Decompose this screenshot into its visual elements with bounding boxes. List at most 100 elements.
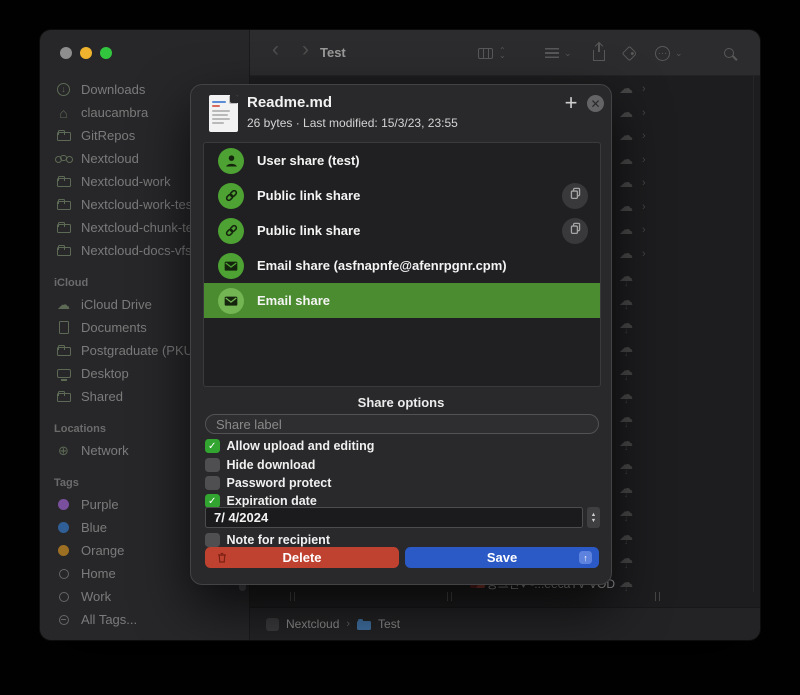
cloud-status-icon[interactable]: ☁ bbox=[617, 81, 635, 95]
path-bar: Nextcloud › Test bbox=[250, 607, 760, 640]
copy-link-button[interactable] bbox=[562, 183, 588, 209]
cloud-download-icon[interactable]: ☁ bbox=[617, 528, 635, 542]
sidebar-item-label: Desktop bbox=[81, 366, 129, 381]
cloud-download-icon[interactable]: ☁ bbox=[617, 457, 635, 471]
save-button[interactable]: Save ↑ bbox=[405, 547, 599, 568]
view-columns-button[interactable]: ⌃⌄ bbox=[478, 30, 506, 76]
cloud-download-icon[interactable]: ☁ bbox=[617, 551, 635, 565]
share-row-email-share-asfnapnfe-afenrpgnr-cpm[interactable]: Email share (asfnapnfe@afenrpgnr.cpm) bbox=[204, 248, 600, 283]
cloud-download-icon[interactable]: ☁ bbox=[617, 340, 635, 354]
share-row-public-link-share[interactable]: Public link share bbox=[204, 178, 600, 213]
group-by-button[interactable]: ⌄ bbox=[545, 30, 572, 76]
user-share-icon bbox=[218, 148, 244, 174]
cloud-download-icon[interactable]: ☁ bbox=[617, 481, 635, 495]
folder-shared-icon bbox=[54, 389, 73, 405]
disclosure-chevron-icon[interactable]: › bbox=[642, 154, 646, 166]
cloud-download-icon[interactable]: ☁ bbox=[617, 410, 635, 424]
minimize-window-button[interactable] bbox=[80, 47, 92, 59]
path-item-nextcloud[interactable]: Nextcloud bbox=[286, 617, 339, 631]
cloud-download-icon[interactable]: ☁ bbox=[617, 387, 635, 401]
share-row-email-share[interactable]: Email share bbox=[204, 283, 600, 318]
cloud-status-icon[interactable]: ☁ bbox=[617, 222, 635, 236]
checkbox-label: Password protect bbox=[227, 476, 332, 490]
document-icon bbox=[54, 320, 73, 336]
path-item-test[interactable]: Test bbox=[378, 617, 400, 631]
close-dialog-button[interactable]: ✕ bbox=[587, 95, 604, 112]
cloud-download-icon[interactable]: ☁ bbox=[617, 575, 635, 589]
sidebar-item-label: iCloud Drive bbox=[81, 297, 152, 312]
share-row-public-link-share[interactable]: Public link share bbox=[204, 213, 600, 248]
delete-button[interactable]: Delete bbox=[205, 547, 399, 568]
checkbox-note-for-recipient[interactable] bbox=[205, 533, 220, 548]
close-window-button[interactable] bbox=[60, 47, 72, 59]
cloud-download-icon[interactable]: ☁ bbox=[617, 316, 635, 330]
checkbox-label: Hide download bbox=[227, 458, 316, 472]
cloud-status-icon[interactable]: ☁ bbox=[617, 175, 635, 189]
link-share-icon bbox=[218, 183, 244, 209]
cloud-download-icon[interactable]: ☁ bbox=[617, 434, 635, 448]
delete-label: Delete bbox=[282, 550, 321, 565]
share-label-input[interactable] bbox=[205, 414, 599, 434]
back-button[interactable]: ‹ bbox=[272, 38, 279, 62]
date-stepper[interactable]: ▲▼ bbox=[587, 507, 600, 528]
desktop: ↓Downloads⌂claucambraGitReposNextcloudNe… bbox=[0, 0, 800, 695]
cloud-status-icon[interactable]: ☁ bbox=[617, 199, 635, 213]
cloud-download-icon[interactable]: ☁ bbox=[617, 504, 635, 518]
disclosure-chevron-icon[interactable]: › bbox=[642, 201, 646, 213]
checkbox-password-protect[interactable] bbox=[205, 476, 220, 491]
chevron-down-icon: ⌄ bbox=[564, 48, 572, 59]
cloud-status-icon[interactable]: ☁ bbox=[617, 152, 635, 166]
email-share-icon bbox=[218, 253, 244, 279]
copy-link-button[interactable] bbox=[562, 218, 588, 244]
share-toolbar-button[interactable] bbox=[593, 30, 605, 76]
ellipsis-circle-icon: … bbox=[655, 46, 670, 61]
share-row-label: Public link share bbox=[257, 223, 360, 238]
tags-toolbar-button[interactable] bbox=[624, 30, 635, 76]
search-icon bbox=[724, 48, 734, 58]
sidebar-item-label: Nextcloud-work-test bbox=[81, 197, 196, 212]
share-row-user-share-test[interactable]: User share (test) bbox=[204, 143, 600, 178]
cloud-download-icon[interactable]: ☁ bbox=[617, 293, 635, 307]
column-resize-handle[interactable] bbox=[447, 592, 452, 601]
sidebar-item-label: Network bbox=[81, 443, 129, 458]
forward-button[interactable]: › bbox=[302, 38, 309, 62]
file-name: Readme.md bbox=[247, 94, 332, 111]
cloud-download-icon[interactable]: ☁ bbox=[617, 363, 635, 377]
sidebar-item-all-tags[interactable]: All Tags... bbox=[40, 608, 249, 631]
trash-icon bbox=[216, 551, 228, 567]
more-options-button[interactable]: … ⌄ bbox=[655, 30, 683, 76]
tag-hollow-icon bbox=[54, 589, 73, 605]
sidebar-item-label: Shared bbox=[81, 389, 123, 404]
all-tags-icon bbox=[54, 612, 73, 628]
home-icon: ⌂ bbox=[54, 105, 73, 121]
disclosure-chevron-icon[interactable]: › bbox=[642, 130, 646, 142]
expiration-date-input[interactable] bbox=[205, 507, 583, 528]
checkbox-hide-download[interactable] bbox=[205, 458, 220, 473]
tag-color-dot bbox=[54, 497, 73, 513]
desktop-icon bbox=[54, 366, 73, 382]
sidebar-item-work[interactable]: Work bbox=[40, 585, 249, 608]
search-button[interactable] bbox=[724, 30, 734, 76]
path-separator: › bbox=[346, 618, 350, 630]
disclosure-chevron-icon[interactable]: › bbox=[642, 177, 646, 189]
disclosure-chevron-icon[interactable]: › bbox=[642, 224, 646, 236]
column-resize-handle[interactable] bbox=[290, 592, 295, 601]
columns-view-icon bbox=[478, 48, 493, 59]
add-share-button[interactable]: + bbox=[559, 91, 583, 115]
disclosure-chevron-icon[interactable]: › bbox=[642, 107, 646, 119]
column-resize-handle[interactable] bbox=[655, 592, 660, 601]
cloud-download-icon[interactable]: ☁ bbox=[617, 269, 635, 283]
nextcloud-app-icon bbox=[266, 618, 279, 631]
sidebar-item-label: Nextcloud-work bbox=[81, 174, 171, 189]
zoom-window-button[interactable] bbox=[100, 47, 112, 59]
cloud-status-icon[interactable]: ☁ bbox=[617, 246, 635, 260]
disclosure-chevron-icon[interactable]: › bbox=[642, 248, 646, 260]
cloud-status-icon[interactable]: ☁ bbox=[617, 128, 635, 142]
disclosure-chevron-icon[interactable]: › bbox=[642, 83, 646, 95]
sidebar-item-label: Documents bbox=[81, 320, 147, 335]
checkbox-allow-upload-and-editing[interactable]: ✓ bbox=[205, 439, 220, 454]
share-row-label: Email share bbox=[257, 293, 330, 308]
sidebar-item-label: Orange bbox=[81, 543, 124, 558]
cloud-status-icon[interactable]: ☁ bbox=[617, 105, 635, 119]
folder-icon bbox=[54, 220, 73, 236]
